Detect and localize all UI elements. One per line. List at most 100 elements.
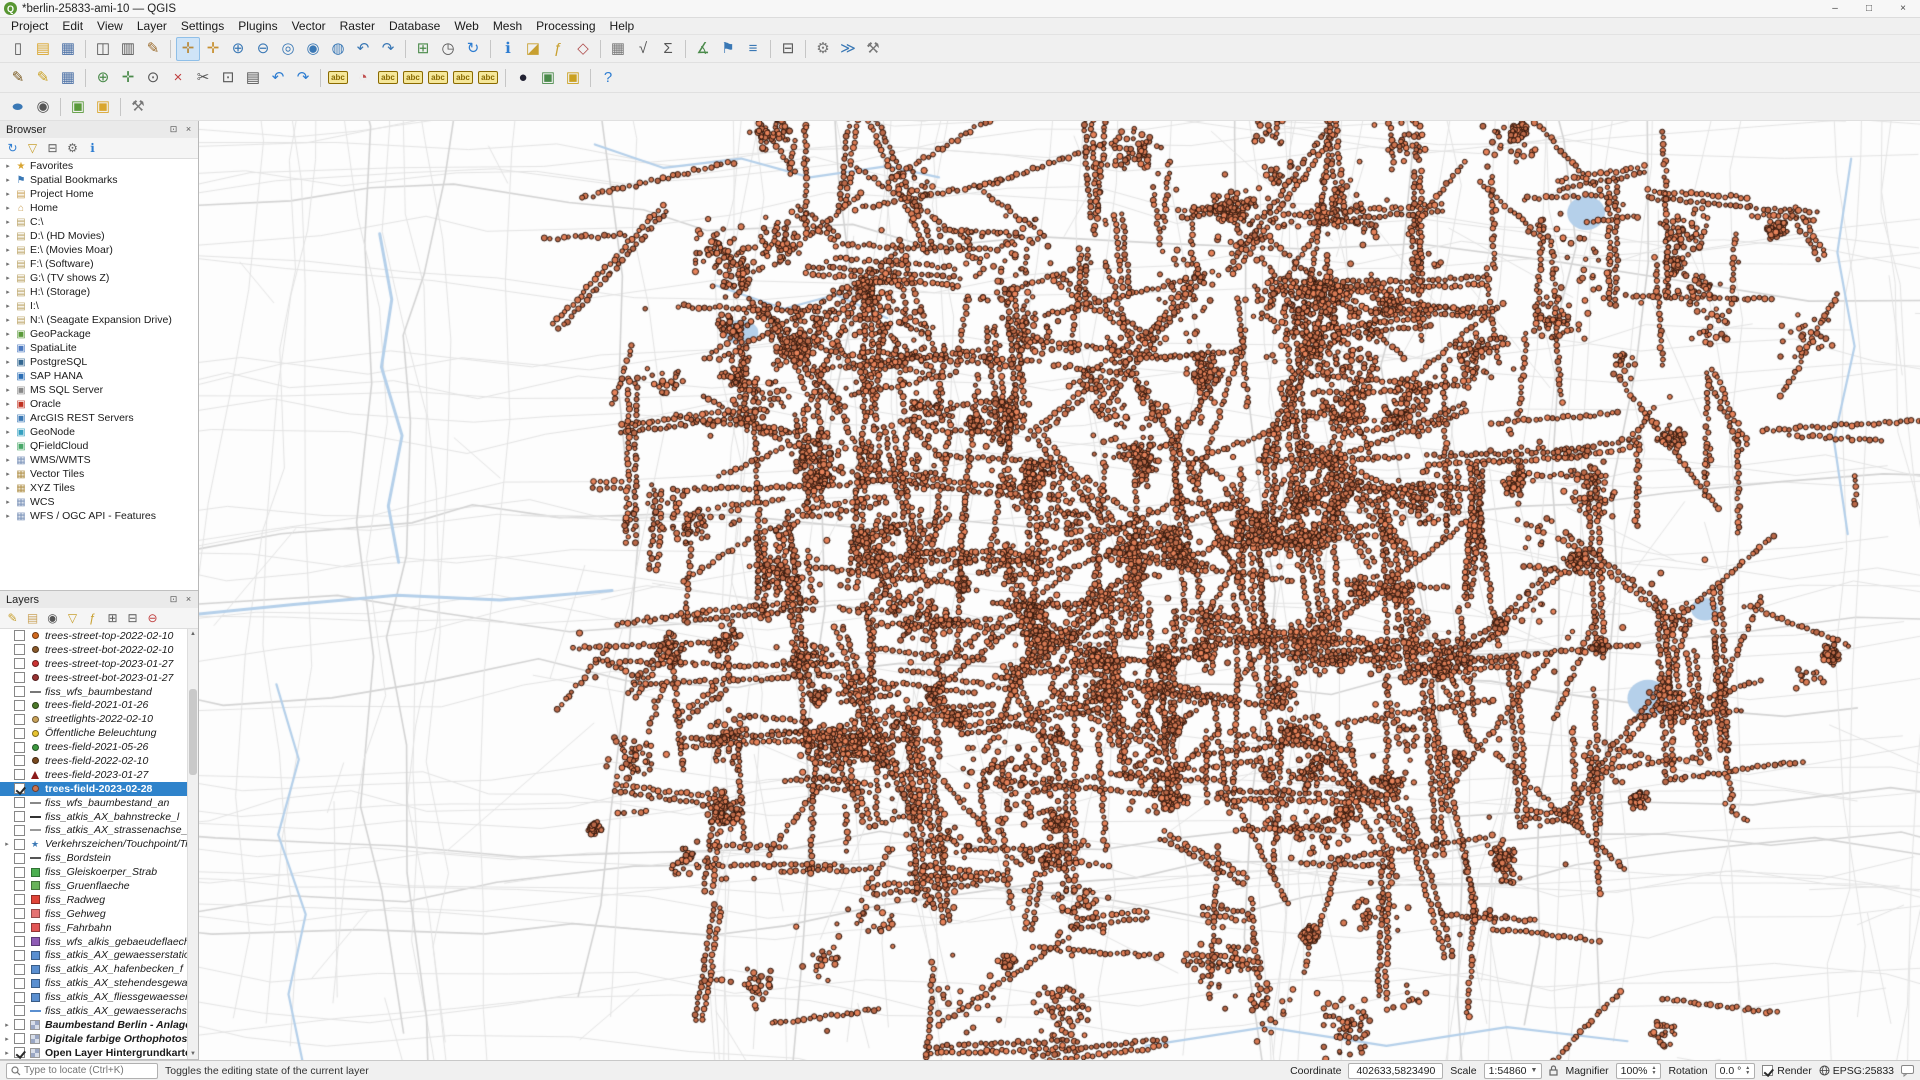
minimize-button[interactable]: – bbox=[1818, 0, 1852, 17]
menu-database[interactable]: Database bbox=[382, 18, 447, 35]
layer-item[interactable]: fiss_Bordstein bbox=[0, 851, 198, 865]
paste-features-button[interactable]: ▤ bbox=[241, 66, 265, 90]
expand-icon[interactable]: ▸ bbox=[4, 456, 12, 464]
expand-icon[interactable]: ▸ bbox=[4, 288, 12, 296]
move-label-button[interactable]: abc bbox=[426, 66, 450, 90]
browser-item[interactable]: ▸▣Oracle bbox=[0, 397, 198, 411]
browser-item[interactable]: ▸▦WCS bbox=[0, 495, 198, 509]
browser-item[interactable]: ▸▣QFieldCloud bbox=[0, 439, 198, 453]
browser-collapse-all-button[interactable]: ⊟ bbox=[43, 139, 62, 158]
browser-item[interactable]: ▸▦WFS / OGC API - Features bbox=[0, 509, 198, 523]
layer-checkbox[interactable] bbox=[14, 992, 25, 1003]
scroll-up-icon[interactable]: ▲ bbox=[188, 629, 198, 639]
current-edits-button[interactable]: ✎ bbox=[6, 66, 30, 90]
messages-icon[interactable] bbox=[1901, 1065, 1914, 1077]
browser-item[interactable]: ▸▤E:\ (Movies Moar) bbox=[0, 243, 198, 257]
layer-item[interactable]: fiss_Gruenflaeche bbox=[0, 879, 198, 893]
layer-checkbox[interactable] bbox=[14, 978, 25, 989]
maximize-button[interactable]: □ bbox=[1852, 0, 1886, 17]
layer-checkbox[interactable] bbox=[14, 936, 25, 947]
menu-project[interactable]: Project bbox=[4, 18, 55, 35]
layer-item[interactable]: fiss_atkis_AX_bahnstrecke_l bbox=[0, 810, 198, 824]
layer-diagram-button[interactable]: ◔ bbox=[351, 66, 375, 90]
open-layer-styling-button[interactable]: ✎ bbox=[3, 609, 22, 628]
layer-item[interactable]: trees-field-2023-02-28 bbox=[0, 782, 198, 796]
delete-selected-button[interactable]: × bbox=[166, 66, 190, 90]
measure-line-button[interactable]: ∡ bbox=[691, 37, 715, 61]
browser-item[interactable]: ▸▣SpatiaLite bbox=[0, 341, 198, 355]
expand-icon[interactable]: ▸ bbox=[4, 246, 12, 254]
layer-checkbox[interactable] bbox=[14, 742, 25, 753]
layer-checkbox[interactable] bbox=[14, 894, 25, 905]
deselect-features-button[interactable]: ◇ bbox=[571, 37, 595, 61]
osm-search-button[interactable]: ● bbox=[511, 66, 535, 90]
filter-by-expression-button[interactable]: ƒ bbox=[83, 609, 102, 628]
zoom-last-button[interactable]: ↶ bbox=[351, 37, 375, 61]
scrollbar-thumb[interactable] bbox=[189, 689, 197, 775]
menu-layer[interactable]: Layer bbox=[130, 18, 174, 35]
browser-filter-button[interactable]: ▽ bbox=[23, 139, 42, 158]
save-layer-edits-button[interactable]: ▦ bbox=[56, 66, 80, 90]
expand-icon[interactable]: ▸ bbox=[4, 190, 12, 198]
magnifier-lock-icon[interactable] bbox=[1549, 1065, 1558, 1076]
layer-checkbox[interactable] bbox=[14, 839, 25, 850]
layer-checkbox[interactable] bbox=[14, 728, 25, 739]
menu-plugins[interactable]: Plugins bbox=[231, 18, 284, 35]
browser-item[interactable]: ▸▤C:\ bbox=[0, 215, 198, 229]
menu-processing[interactable]: Processing bbox=[529, 18, 602, 35]
highlight-labels-button[interactable]: abc bbox=[401, 66, 425, 90]
layer-item[interactable]: ▸Digitale farbige Orthophotos 2 bbox=[0, 1032, 198, 1046]
expand-icon[interactable]: ▸ bbox=[3, 1035, 11, 1043]
render-checkbox[interactable]: Render bbox=[1762, 1065, 1811, 1077]
layers-float-button[interactable]: ⊡ bbox=[167, 593, 180, 606]
new-project-button[interactable]: ▯ bbox=[6, 37, 30, 61]
layer-item[interactable]: fiss_Gleiskoerper_Strab bbox=[0, 865, 198, 879]
menu-mesh[interactable]: Mesh bbox=[486, 18, 529, 35]
layer-item[interactable]: trees-street-bot-2022-02-10 bbox=[0, 643, 198, 657]
plugin-cube-green-button[interactable]: ▣ bbox=[66, 95, 90, 119]
refresh-map-button[interactable]: ↻ bbox=[461, 37, 485, 61]
move-feature-button[interactable]: ✛ bbox=[116, 66, 140, 90]
manage-map-themes-button[interactable]: ◉ bbox=[43, 609, 62, 628]
expand-icon[interactable]: ▸ bbox=[4, 470, 12, 478]
crs-button[interactable]: EPSG:25833 bbox=[1819, 1065, 1894, 1077]
layer-item[interactable]: trees-street-top-2022-02-10 bbox=[0, 629, 198, 643]
processing-toolbox-button[interactable]: ⚙ bbox=[811, 37, 835, 61]
expand-icon[interactable]: ▸ bbox=[4, 232, 12, 240]
browser-item[interactable]: ▸▣MS SQL Server bbox=[0, 383, 198, 397]
layer-item[interactable]: fiss_atkis_AX_gewaesserstation bbox=[0, 948, 198, 962]
layer-item[interactable]: ▸★Verkehrszeichen/Touchpoint/Tr bbox=[0, 837, 198, 851]
plugin-builder-wrench-button[interactable]: ⚒ bbox=[126, 95, 150, 119]
expand-icon[interactable]: ▸ bbox=[4, 218, 12, 226]
layer-item[interactable]: fiss_atkis_AX_strassenachse_l bbox=[0, 823, 198, 837]
layer-item[interactable]: fiss_wfs_baumbestand_an bbox=[0, 796, 198, 810]
expand-icon[interactable]: ▸ bbox=[4, 414, 12, 422]
expand-icon[interactable]: ▸ bbox=[4, 176, 12, 184]
plugin-package-b-button[interactable]: ▣ bbox=[561, 66, 585, 90]
layer-checkbox[interactable] bbox=[14, 644, 25, 655]
layer-checkbox[interactable] bbox=[14, 714, 25, 725]
pan-map-button[interactable]: ✛ bbox=[176, 37, 200, 61]
rotate-label-button[interactable]: abc bbox=[451, 66, 475, 90]
undo-button[interactable]: ↶ bbox=[266, 66, 290, 90]
layer-checkbox[interactable] bbox=[14, 922, 25, 933]
layer-item[interactable]: trees-field-2021-01-26 bbox=[0, 698, 198, 712]
layers-scrollbar[interactable]: ▲ ▼ bbox=[187, 629, 198, 1059]
layer-item[interactable]: fiss_Gehweg bbox=[0, 907, 198, 921]
locate-input[interactable] bbox=[24, 1065, 153, 1076]
open-project-button[interactable]: ▤ bbox=[31, 37, 55, 61]
layer-checkbox[interactable] bbox=[14, 853, 25, 864]
layer-item[interactable]: fiss_atkis_AX_gewaesserachse_l bbox=[0, 1004, 198, 1018]
plugin-package-a-button[interactable]: ▣ bbox=[536, 66, 560, 90]
change-label-button[interactable]: abc bbox=[476, 66, 500, 90]
new-report-button[interactable]: ▥ bbox=[116, 37, 140, 61]
layer-item[interactable]: ▸Baumbestand Berlin - Anlagen bbox=[0, 1018, 198, 1032]
browser-item[interactable]: ▸▣GeoPackage bbox=[0, 327, 198, 341]
layer-item[interactable]: fiss_atkis_AX_stehendesgewaes bbox=[0, 976, 198, 990]
expand-icon[interactable]: ▸ bbox=[4, 400, 12, 408]
zoom-to-selection-button[interactable]: ◉ bbox=[301, 37, 325, 61]
browser-item[interactable]: ▸▦XYZ Tiles bbox=[0, 481, 198, 495]
help-contents-button[interactable]: ? bbox=[596, 66, 620, 90]
expand-icon[interactable]: ▸ bbox=[4, 484, 12, 492]
open-attribute-table-button[interactable]: ▦ bbox=[606, 37, 630, 61]
